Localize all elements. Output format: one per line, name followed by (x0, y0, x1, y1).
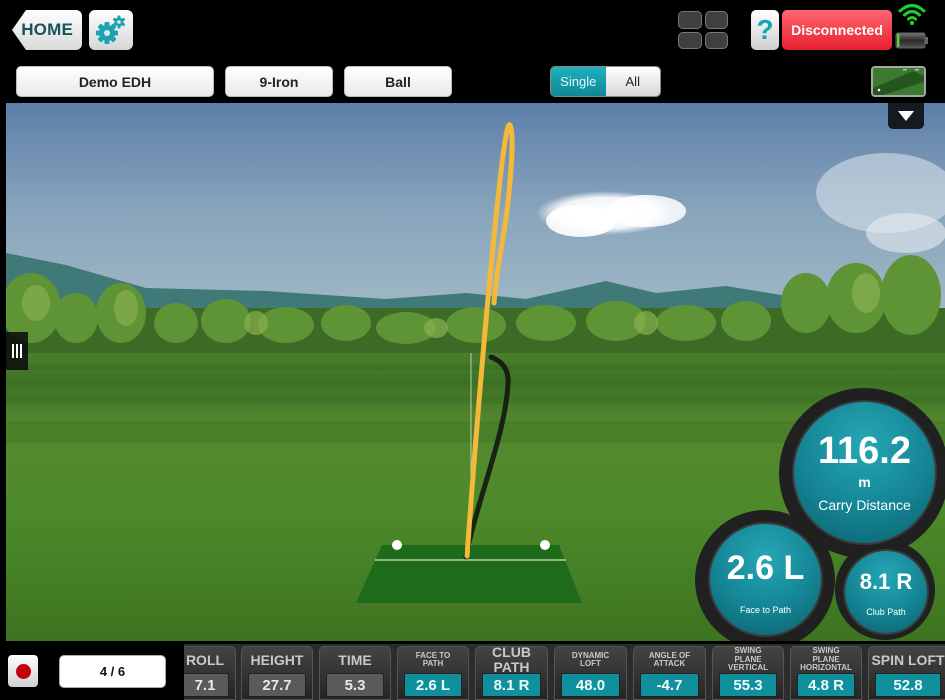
metric-label: ANGLE OF ATTACK (648, 650, 691, 668)
metric-tile-spin-loft[interactable]: SPIN LOFT 52.8 (868, 646, 945, 700)
carry-distance-unit: m (858, 474, 871, 490)
metric-label: SWING PLANE HORIZONTAL (800, 646, 852, 673)
metrics-strip[interactable]: ROLL 7.1 HEIGHT 27.7 TIME 5.3 FACE TO PATH 2.6 … (184, 644, 945, 700)
metric-tile-face-to-path[interactable]: FACE TO PATH 2.6 L (397, 646, 469, 700)
metric-value: 8.1 R (482, 673, 541, 697)
metric-tile-time[interactable]: TIME 5.3 (319, 646, 391, 700)
metric-tile-roll[interactable]: ROLL 7.1 (184, 646, 236, 700)
metric-value: 5.3 (326, 673, 384, 697)
metric-tile-height[interactable]: HEIGHT 27.7 (241, 646, 313, 700)
triangle-down-icon (898, 111, 914, 121)
metric-value: 2.6 L (404, 673, 462, 697)
gear-icon (96, 15, 126, 44)
club-name: 9-Iron (259, 73, 299, 90)
face-to-path-label: Face to Path (739, 604, 792, 615)
grid-icon-cell (704, 11, 728, 29)
connection-status-label: Disconnected (791, 22, 883, 38)
club-path-bubble: 8.1 R Club Path (843, 549, 929, 635)
view-all-option[interactable]: All (605, 67, 660, 96)
ball-name: Ball (385, 73, 411, 90)
question-mark-icon: ? (756, 14, 774, 45)
metric-value: 48.0 (561, 673, 620, 697)
metric-label: SPIN LOFT (871, 651, 945, 668)
metric-label: ROLL (185, 651, 225, 668)
settings-button[interactable] (89, 10, 133, 50)
minimap-button[interactable] (871, 66, 926, 97)
metric-tile-dynamic-loft[interactable]: DYNAMIC LOFT 48.0 (554, 646, 627, 700)
club-selector[interactable]: 9-Iron (225, 66, 333, 97)
metric-tile-swing-plane-horizontal[interactable]: SWING PLANE HORIZONTAL 4.8 R (790, 646, 862, 700)
metric-tile-club-path[interactable]: CLUB PATH 8.1 R (475, 644, 548, 700)
minimap-icon (873, 68, 924, 95)
metric-label: SWING PLANE VERTICAL (728, 646, 768, 673)
handle-icon (12, 344, 22, 358)
metric-label: CLUB PATH (492, 644, 531, 675)
metric-value: 4.8 R (797, 673, 855, 697)
record-icon (15, 663, 31, 679)
face-to-path-bubble: 2.6 L Face to Path (708, 522, 823, 637)
connection-status-button[interactable]: Disconnected (782, 10, 892, 50)
home-button[interactable]: HOME (12, 10, 82, 50)
layout-grid-button[interactable] (678, 11, 728, 49)
golf-ball (540, 540, 550, 550)
club-path-label: Club Path (866, 607, 906, 617)
player-selector[interactable]: Demo EDH (16, 66, 214, 97)
player-name: Demo EDH (78, 73, 152, 90)
scene-dropdown-button[interactable] (888, 103, 924, 129)
grid-icon-cell (704, 31, 728, 49)
help-button[interactable]: ? (751, 10, 779, 50)
metric-value: 7.1 (184, 673, 229, 697)
metric-tile-angle-of-attack[interactable]: ANGLE OF ATTACK -4.7 (633, 646, 706, 700)
side-panel-handle[interactable] (6, 332, 28, 370)
record-button[interactable] (8, 655, 38, 687)
wifi-icon (898, 4, 926, 26)
grid-icon-cell (678, 31, 702, 49)
home-label: HOME (21, 20, 73, 39)
metric-label: HEIGHT (250, 651, 304, 668)
metric-label: FACE TO PATH (415, 650, 451, 668)
metric-label: DYNAMIC LOFT (571, 650, 610, 668)
metric-tile-swing-plane-vertical[interactable]: SWING PLANE VERTICAL 55.3 (712, 646, 784, 700)
battery-icon (895, 32, 928, 49)
carry-distance-value: 116.2 (818, 430, 911, 472)
metric-value: -4.7 (640, 673, 699, 697)
golf-ball (392, 540, 402, 550)
carry-distance-label: Carry Distance (818, 497, 911, 513)
face-to-path-value: 2.6 L (726, 548, 805, 587)
metric-label: TIME (338, 651, 372, 668)
club-path-value: 8.1 R (859, 569, 913, 594)
view-single-option[interactable]: Single (551, 67, 606, 96)
metric-value: 55.3 (719, 673, 777, 697)
shot-counter[interactable]: 4 / 6 (59, 655, 166, 688)
metric-value: 52.8 (875, 673, 941, 697)
metric-value: 27.7 (248, 673, 306, 697)
shot-counter-label: 4 / 6 (99, 664, 126, 679)
grid-icon-cell (678, 11, 702, 29)
ball-selector[interactable]: Ball (344, 66, 452, 97)
carry-distance-bubble: 116.2 m Carry Distance (792, 400, 937, 545)
view-mode-toggle: Single All (550, 66, 661, 97)
